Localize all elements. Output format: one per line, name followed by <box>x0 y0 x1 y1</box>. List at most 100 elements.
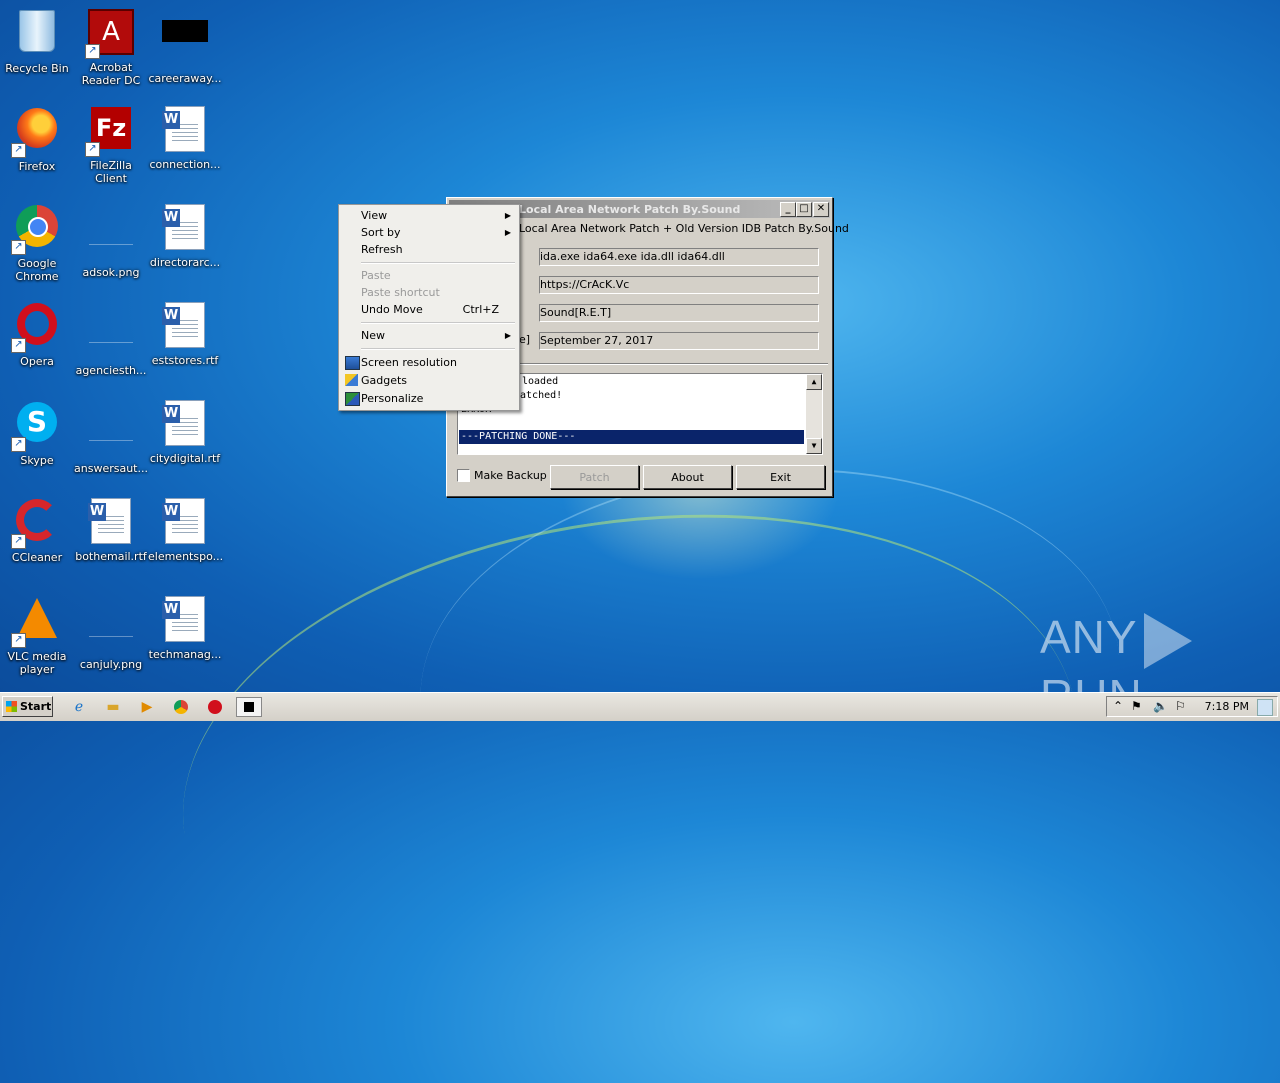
flag-icon[interactable]: ⚐ <box>1175 699 1186 713</box>
clock[interactable]: 7:18 PM <box>1205 700 1249 713</box>
desktop-icon-eststores[interactable]: W eststores.rtf <box>148 300 222 367</box>
desktop-icon-elementspo[interactable]: W elementspo... <box>148 496 224 563</box>
desktop-icon-label: Opera <box>20 355 54 368</box>
show-desktop-button[interactable] <box>1257 699 1273 716</box>
make-backup-label: Make Backup <box>474 469 547 482</box>
close-button[interactable]: ✕ <box>813 202 829 217</box>
field-author: Sound[R.E.T] <box>539 304 819 322</box>
word-document-icon: W <box>162 400 205 446</box>
file-explorer-icon[interactable]: ▬ <box>102 697 124 717</box>
desktop-icon-label: directorarc... <box>149 256 221 269</box>
desktop-icon-canjuly[interactable]: canjuly.png <box>74 594 148 671</box>
make-backup-checkbox[interactable] <box>457 469 470 482</box>
menu-item-paste-shortcut[interactable]: Paste shortcut <box>341 284 517 301</box>
menu-separator <box>361 262 515 264</box>
desktop-icon-label: Google Chrome <box>15 257 59 283</box>
desktop-icon-label: bothemail.rtf <box>75 550 147 563</box>
volume-icon[interactable]: 🔈 <box>1153 699 1168 713</box>
desktop-icon-acrobat[interactable]: A ↗ Acrobat Reader DC <box>74 6 148 87</box>
maximize-button[interactable]: □ <box>796 202 812 217</box>
watermark-text-left: ANY <box>1040 611 1138 663</box>
patch-app-taskbar-icon[interactable] <box>236 697 262 717</box>
desktop-icon-agenciesth[interactable]: agenciesth... <box>74 300 148 377</box>
menu-item-gadgets[interactable]: Gadgets <box>341 372 517 389</box>
word-document-icon: W <box>162 596 205 642</box>
menu-item-label: Paste shortcut <box>361 286 440 299</box>
desktop-icon-skype[interactable]: S ↗ Skype <box>0 398 74 467</box>
scroll-up-button[interactable]: ▲ <box>806 374 822 390</box>
window-title: Local Area Network Patch By.Sound <box>519 203 741 216</box>
desktop-context-menu: View ▶ Sort by ▶ Refresh Paste Paste short… <box>338 204 520 411</box>
desktop-icon-label: elementspo... <box>148 550 224 563</box>
submenu-arrow-icon: ▶ <box>504 331 511 340</box>
desktop-icon-citydigital[interactable]: W citydigital.rtf <box>148 398 222 465</box>
desktop-icon-bothemail[interactable]: W bothemail.rtf <box>74 496 148 563</box>
menu-item-new[interactable]: New ▶ <box>341 327 517 344</box>
desktop-icon-label: CCleaner <box>11 551 63 564</box>
desktop-icon-answersaut[interactable]: answersaut... <box>74 398 148 475</box>
field-target-files: ida.exe ida64.exe ida.dll ida64.dll <box>539 248 819 266</box>
start-button[interactable]: Start <box>2 696 53 717</box>
desktop-icon-label: careeraway... <box>148 72 222 85</box>
media-player-icon[interactable]: ▶ <box>136 697 158 717</box>
menu-item-screen-resolution[interactable]: Screen resolution <box>341 354 517 371</box>
word-document-icon: W <box>162 106 205 152</box>
shortcut-arrow-icon: ↗ <box>11 338 26 353</box>
desktop-icon-label: citydigital.rtf <box>149 452 221 465</box>
internet-explorer-icon[interactable]: ℯ <box>68 697 90 717</box>
shortcut-arrow-icon: ↗ <box>11 143 26 158</box>
menu-item-paste[interactable]: Paste <box>341 267 517 284</box>
desktop-icon-techmanag[interactable]: W techmanag... <box>148 594 222 661</box>
vlc-icon <box>17 598 57 638</box>
desktop-icon-recycle-bin[interactable]: Recycle Bin <box>0 6 74 75</box>
desktop-icon-vlc[interactable]: ↗ VLC media player <box>0 594 74 676</box>
opera-taskbar-icon[interactable] <box>204 697 226 717</box>
show-hidden-icons-icon[interactable]: ⌃ <box>1113 699 1123 713</box>
patch-button[interactable]: Patch <box>550 465 639 489</box>
log-line: loaded <box>522 376 559 387</box>
menu-item-refresh[interactable]: Refresh <box>341 241 517 258</box>
menu-separator <box>361 348 515 350</box>
shortcut-arrow-icon: ↗ <box>11 633 26 648</box>
desktop-icon-label: Skype <box>20 454 54 467</box>
desktop-icon-directorarc[interactable]: W directorarc... <box>148 202 222 269</box>
image-file-icon <box>89 410 133 441</box>
monitor-icon <box>345 356 360 370</box>
about-button[interactable]: About <box>643 465 732 489</box>
desktop-icon-label: answersaut... <box>74 462 148 475</box>
menu-item-label: View <box>361 209 388 222</box>
minimize-button[interactable]: _ <box>780 202 796 217</box>
windows-logo-icon <box>6 701 17 712</box>
desktop-icon-filezilla[interactable]: Fz ↗ FileZilla Client <box>74 104 148 185</box>
exit-button[interactable]: Exit <box>736 465 825 489</box>
submenu-arrow-icon: ▶ <box>504 228 511 237</box>
desktop-icon-connection[interactable]: W connection... <box>148 104 222 171</box>
menu-item-label: Sort by <box>361 226 401 239</box>
log-line-selected: ---PATCHING DONE--- <box>459 430 804 444</box>
menu-item-shortcut: Ctrl+Z <box>462 303 499 316</box>
file-thumbnail-icon <box>162 20 208 42</box>
menu-item-view[interactable]: View ▶ <box>341 207 517 224</box>
skype-icon: S <box>17 402 57 442</box>
desktop-icon-adsok[interactable]: adsok.png <box>74 202 148 279</box>
desktop-icon-ccleaner[interactable]: ↗ CCleaner <box>0 496 74 564</box>
chrome-taskbar-icon[interactable] <box>170 697 192 717</box>
desktop-icon-label: adsok.png <box>82 266 140 279</box>
field-url: https://CrAcK.Vc <box>539 276 819 294</box>
desktop-icon-careeraway[interactable]: careeraway... <box>148 6 222 85</box>
action-center-icon[interactable]: ⚑ <box>1131 699 1142 713</box>
shortcut-arrow-icon: ↗ <box>11 437 26 452</box>
desktop-icon-label: VLC media player <box>7 650 67 676</box>
desktop-icon-firefox[interactable]: ↗ Firefox <box>0 104 74 173</box>
desktop-icon-label: Acrobat Reader DC <box>81 61 141 87</box>
menu-item-sort-by[interactable]: Sort by ▶ <box>341 224 517 241</box>
desktop-icon-chrome[interactable]: ↗ Google Chrome <box>0 202 74 283</box>
desktop-icon-opera[interactable]: ↗ Opera <box>0 300 74 368</box>
menu-item-label: Gadgets <box>361 374 408 387</box>
menu-separator <box>361 322 515 324</box>
log-scrollbar[interactable]: ▲ ▼ <box>806 374 822 454</box>
menu-item-label: Paste <box>361 269 391 282</box>
scroll-down-button[interactable]: ▼ <box>806 438 822 454</box>
menu-item-personalize[interactable]: Personalize <box>341 390 517 407</box>
menu-item-undo-move[interactable]: Undo Move Ctrl+Z <box>341 301 517 318</box>
